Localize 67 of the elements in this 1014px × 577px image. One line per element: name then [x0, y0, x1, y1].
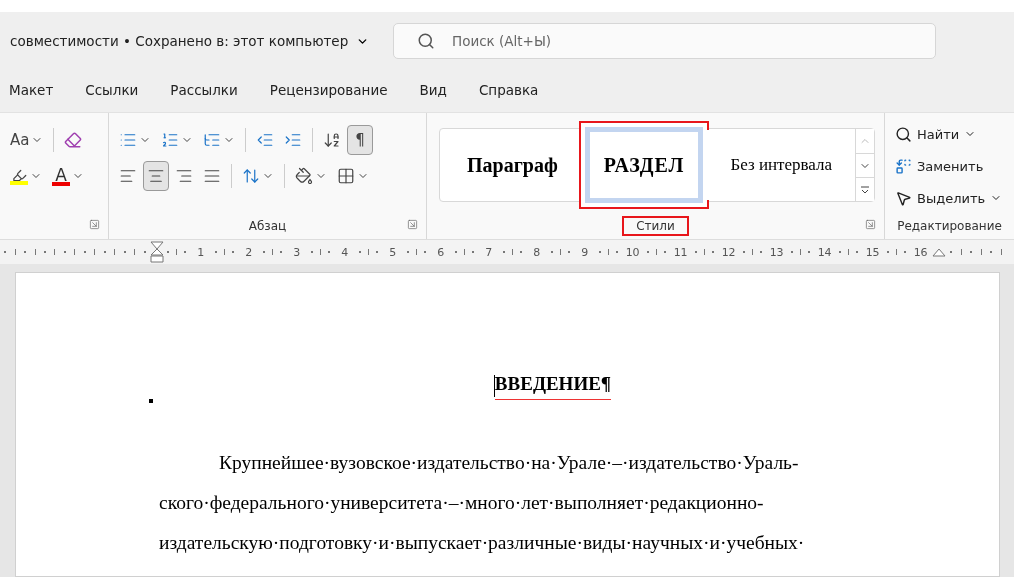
- dialog-launcher-icon[interactable]: [865, 219, 876, 230]
- decrease-indent-icon: [256, 131, 274, 149]
- ruler-number: 12: [720, 245, 737, 259]
- more-styles-button[interactable]: [856, 177, 875, 201]
- text-cursor: [493, 375, 495, 397]
- highlighter-icon: [11, 167, 27, 183]
- more-icon: [860, 184, 871, 195]
- ruler-number: 13: [768, 245, 785, 259]
- ribbon-tab[interactable]: Макет: [0, 81, 70, 101]
- editing-button[interactable]: Выделить: [891, 183, 1008, 213]
- group-label: Редактирование: [896, 218, 1003, 235]
- sort-icon: [323, 131, 341, 149]
- heading-text: ВВЕДЕНИЕ¶: [494, 372, 612, 400]
- ruler-number: 7: [484, 245, 494, 259]
- editing-button[interactable]: Найти: [891, 119, 1008, 149]
- ribbon-tab[interactable]: Рецензирование: [253, 81, 404, 101]
- ruler-number: 1: [196, 245, 206, 259]
- align-left-icon: [119, 167, 137, 185]
- multilevel-list-icon: [203, 131, 221, 149]
- document-title: совместимости • Сохранено в: этот компьютер: [10, 33, 349, 49]
- numbered-list-icon: [161, 131, 179, 149]
- dialog-launcher-icon[interactable]: [407, 219, 418, 230]
- borders-icon: [337, 167, 355, 185]
- ruler-number: 16: [912, 245, 929, 259]
- ribbon-tab[interactable]: Ссылки: [69, 81, 155, 101]
- align-center-button[interactable]: [143, 161, 169, 191]
- group-label: Стили: [622, 216, 689, 236]
- replace-icon: [895, 157, 912, 175]
- search-icon: [417, 32, 435, 50]
- font-color-button[interactable]: A: [48, 161, 88, 191]
- indent-marker-icon[interactable]: [150, 241, 164, 263]
- group-label: Абзац: [247, 218, 288, 235]
- pointer-icon: [895, 189, 912, 207]
- align-justify-icon: [203, 167, 221, 185]
- eraser-icon: [64, 131, 83, 149]
- ruler-number: 5: [388, 245, 398, 259]
- search-icon: [895, 125, 912, 143]
- change-case-button[interactable]: Аа: [6, 125, 48, 155]
- ruler-number: 8: [532, 245, 542, 259]
- align-center-icon: [147, 167, 165, 185]
- increase-indent-icon: [284, 131, 302, 149]
- paragraph-marker: [149, 399, 153, 403]
- editing-button[interactable]: Заменить: [891, 151, 1008, 181]
- ruler-number: 14: [816, 245, 833, 259]
- ruler-number: 6: [436, 245, 446, 259]
- ruler-number: 10: [624, 245, 641, 259]
- style-item[interactable]: РАЗДЕЛ: [578, 121, 710, 209]
- ribbon-tab[interactable]: Вид: [403, 81, 463, 101]
- ribbon-tab[interactable]: Рассылки: [154, 81, 254, 101]
- ruler-number: 4: [340, 245, 350, 259]
- ruler-number: 2: [244, 245, 254, 259]
- align-right-icon: [175, 167, 193, 185]
- ruler-number: 9: [580, 245, 590, 259]
- search-field[interactable]: Поиск (Alt+Ы): [393, 23, 936, 59]
- dialog-launcher-icon[interactable]: [89, 219, 100, 230]
- show-formatting-button[interactable]: ¶: [347, 125, 373, 155]
- ruler-number: 15: [864, 245, 881, 259]
- ribbon-tab[interactable]: Справка: [462, 81, 555, 101]
- right-indent-marker-icon[interactable]: [932, 247, 946, 257]
- line-spacing-icon: [242, 167, 260, 185]
- bullet-list-icon: [119, 131, 137, 149]
- body-text-line: издательскую·подготовку·и·выпускает·различные·виды·научных·и·учебных·: [159, 531, 806, 555]
- body-text-line: ского·федерального·университета·–·много·лет·выполняет·редакционно-: [159, 491, 765, 515]
- body-text-line: Крупнейшее·вузовское·издательство·на·Урале·–·издательство·Ураль-: [218, 451, 800, 475]
- ruler-number: 11: [672, 245, 689, 259]
- paint-bucket-icon: [295, 167, 313, 185]
- ruler-number: 3: [292, 245, 302, 259]
